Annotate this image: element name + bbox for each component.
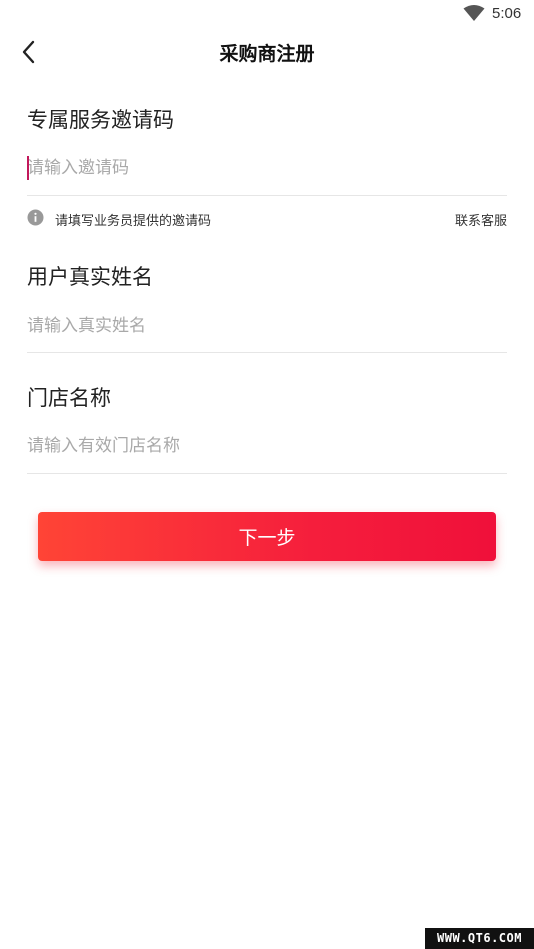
header: 采购商注册 — [0, 28, 534, 76]
real-name-divider — [27, 352, 507, 353]
store-name-label: 门店名称 — [27, 386, 111, 410]
status-time: 5:06 — [492, 5, 522, 22]
next-step-button[interactable]: 下一步 — [38, 512, 496, 561]
store-name-input[interactable] — [27, 424, 507, 468]
page-title: 采购商注册 — [219, 43, 315, 65]
info-icon — [27, 209, 44, 226]
contact-support-link[interactable]: 联系客服 — [455, 210, 507, 229]
registration-page: 5:06 采购商注册 专属服务邀请码 请填写业务员提供的邀请码 联系客服 用户真… — [0, 0, 534, 949]
invite-code-input[interactable] — [27, 146, 507, 190]
real-name-input[interactable] — [27, 304, 507, 348]
invite-code-hint-row: 请填写业务员提供的邀请码 联系客服 — [27, 208, 507, 229]
invite-code-hint: 请填写业务员提供的邀请码 — [55, 214, 212, 229]
text-caret — [27, 156, 29, 180]
invite-code-label: 专属服务邀请码 — [27, 108, 174, 132]
wifi-icon — [463, 5, 485, 21]
status-bar: 5:06 — [0, 0, 534, 28]
invite-code-divider — [27, 195, 507, 196]
site-watermark: WWW.QT6.COM — [425, 928, 534, 949]
store-name-divider — [27, 473, 507, 474]
real-name-label: 用户真实姓名 — [27, 265, 153, 289]
